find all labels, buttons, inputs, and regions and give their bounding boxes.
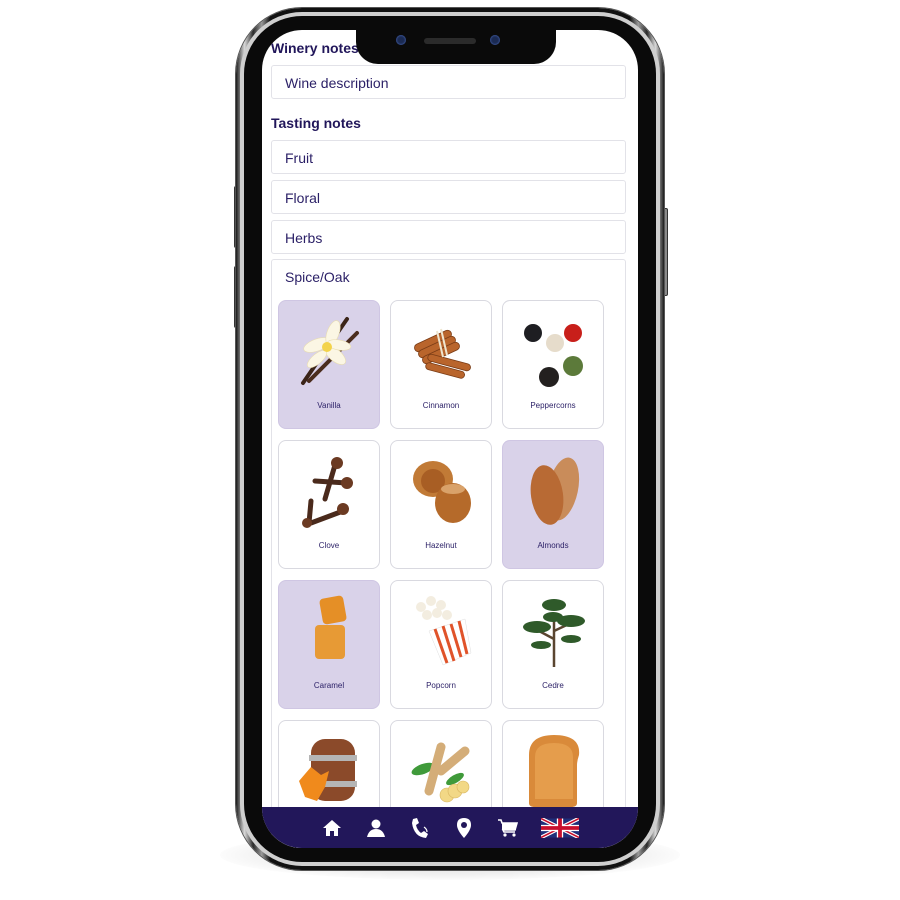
- note-card[interactable]: Hazelnut: [390, 440, 492, 569]
- user-icon[interactable]: [365, 817, 387, 839]
- note-card[interactable]: Cedre: [502, 580, 604, 709]
- tasting-notes-title: Tasting notes: [271, 115, 361, 131]
- accordion-fruit[interactable]: Fruit: [271, 140, 626, 174]
- hazelnut-icon: [413, 461, 471, 523]
- accordion-spice-oak: Spice/Oak Vanilla Cinnamon Peppercorns C…: [271, 259, 626, 848]
- note-card-label: Cinnamon: [422, 401, 460, 410]
- note-card-label: Clove: [318, 541, 340, 550]
- almonds-icon: [530, 457, 580, 525]
- sensor-icon: [490, 35, 500, 45]
- speaker-grille: [424, 38, 476, 44]
- home-icon[interactable]: [321, 817, 343, 839]
- wine-description-field[interactable]: Wine description: [271, 65, 626, 99]
- popcorn-icon: [416, 596, 472, 666]
- note-card[interactable]: Vanilla: [278, 300, 380, 429]
- winery-notes-title: Winery notes: [271, 40, 359, 56]
- note-card-label: Popcorn: [426, 681, 456, 690]
- accordion-herbs[interactable]: Herbs: [271, 220, 626, 254]
- phone-screen: Winery notes Wine description Tasting no…: [262, 30, 638, 848]
- note-card-label: Hazelnut: [425, 541, 457, 550]
- uk-flag-icon[interactable]: [541, 817, 579, 839]
- clove-icon: [302, 457, 353, 528]
- note-card[interactable]: Caramel: [278, 580, 380, 709]
- location-pin-icon[interactable]: [453, 817, 475, 839]
- accordion-floral[interactable]: Floral: [271, 180, 626, 214]
- note-card[interactable]: Cinnamon: [390, 300, 492, 429]
- note-card-label: Peppercorns: [530, 401, 576, 410]
- phone-icon[interactable]: [409, 817, 431, 839]
- cart-icon[interactable]: [497, 817, 519, 839]
- note-card[interactable]: Popcorn: [390, 580, 492, 709]
- camera-icon: [396, 35, 406, 45]
- phone-notch: [356, 24, 556, 64]
- caramel-icon: [315, 595, 347, 659]
- note-card[interactable]: Almonds: [502, 440, 604, 569]
- oak-barrel-icon: [299, 739, 357, 801]
- note-card-label: Cedre: [542, 681, 564, 690]
- cedar-tree-icon: [523, 599, 585, 667]
- ginger-icon: [411, 742, 470, 803]
- vanilla-icon: [301, 317, 359, 385]
- toast-icon: [529, 735, 580, 807]
- note-card-label: Caramel: [313, 681, 345, 690]
- note-card-label: Almonds: [537, 541, 569, 550]
- note-card[interactable]: Clove: [278, 440, 380, 569]
- bottom-nav: [262, 807, 638, 848]
- note-card[interactable]: Peppercorns: [502, 300, 604, 429]
- cinnamon-icon: [414, 328, 471, 379]
- peppercorns-icon: [524, 324, 583, 387]
- note-card-label: Vanilla: [317, 401, 341, 410]
- accordion-spice-oak-header[interactable]: Spice/Oak: [285, 260, 350, 294]
